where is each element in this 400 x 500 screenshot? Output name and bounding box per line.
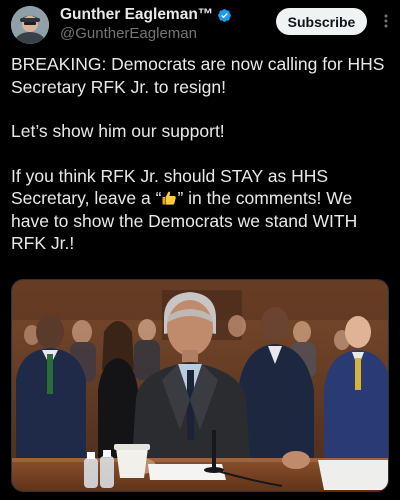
name-row: Gunther Eagleman™ [60,6,232,24]
subscribe-button[interactable]: Subscribe [276,8,367,35]
more-options-icon[interactable] [378,13,394,29]
tweet-paragraph-3: If you think RFK Jr. should STAY as HHS … [11,165,391,255]
tweet-photo[interactable] [11,279,389,492]
user-handle[interactable]: @GuntherEagleman [60,25,197,42]
tweet-card: Gunther Eagleman™ @GuntherEagleman Subsc… [0,0,400,500]
tweet-paragraph-2: Let’s show him our support! [11,121,225,141]
tweet-header: Gunther Eagleman™ @GuntherEagleman Subsc… [0,0,400,52]
thumbs-up-emoji-icon [162,191,177,205]
tweet-paragraph-1: BREAKING: Democrats are now calling for … [11,54,385,97]
avatar[interactable] [11,6,49,44]
display-name[interactable]: Gunther Eagleman™ [60,6,213,24]
verified-badge-icon [218,8,232,22]
tweet-text: BREAKING: Democrats are now calling for … [11,53,391,255]
